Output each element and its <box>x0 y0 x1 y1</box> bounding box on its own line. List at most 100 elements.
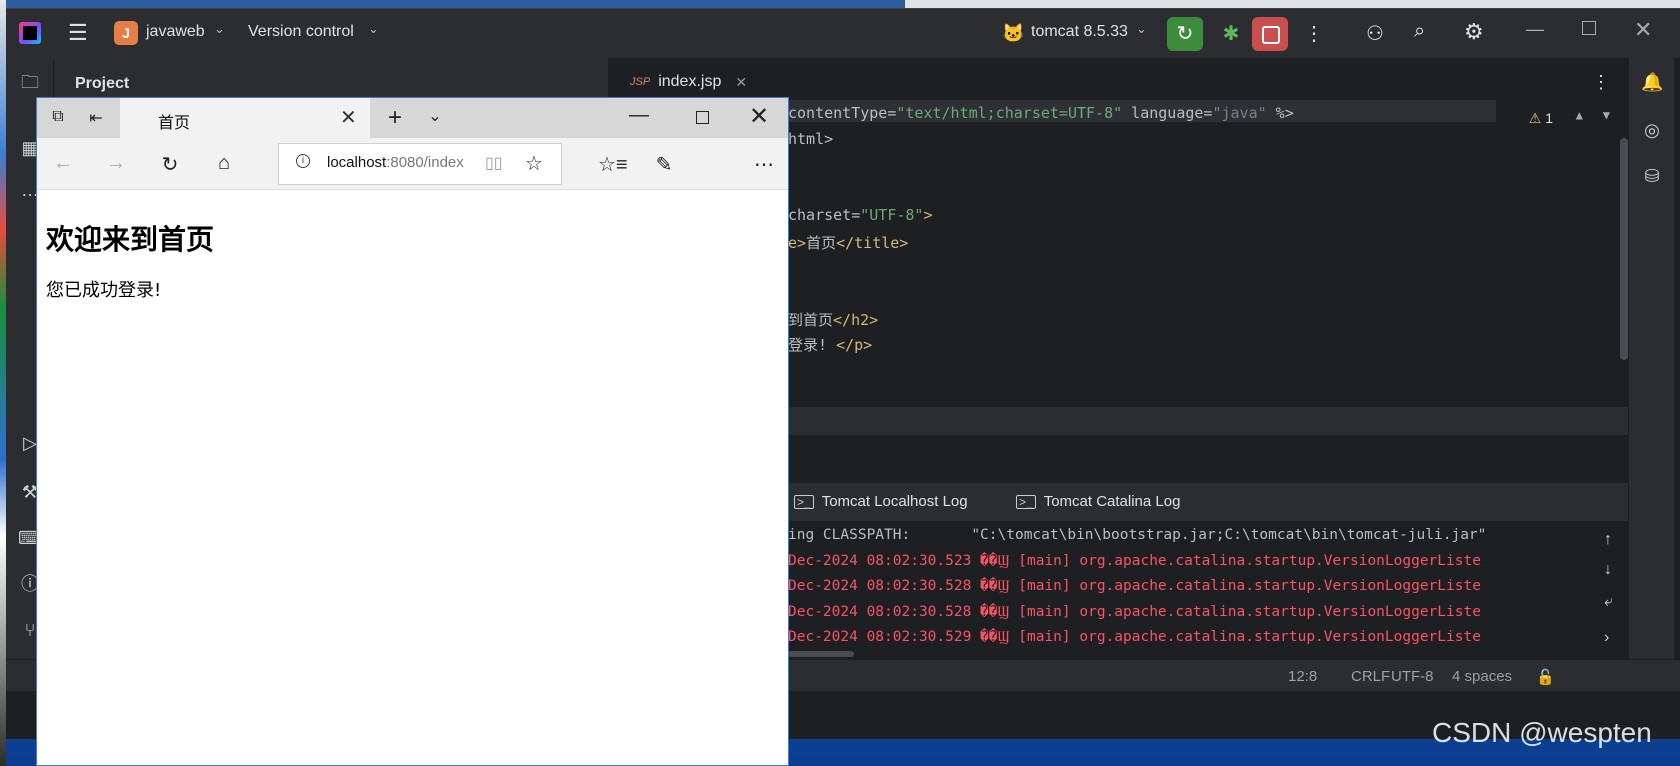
folder-icon[interactable]: 🗀 <box>18 70 42 94</box>
code-token: </h2> <box>833 310 879 329</box>
chevron-down-icon[interactable]: ⌄ <box>214 21 225 37</box>
editor-scrollbar[interactable] <box>1620 138 1628 360</box>
browser-toolbar: ← → ↻ ⌂ i localhost:8080/index ▯▯ ☆ ☆≡ ✎… <box>37 138 788 190</box>
chevron-down-icon[interactable]: ⌄ <box>420 106 450 126</box>
right-tool-stripe: 🔔 ◎ ⛁ <box>1628 58 1674 739</box>
inspection-widget[interactable]: ⚠ 1 <box>1529 110 1553 127</box>
code-token: charset= <box>788 206 861 225</box>
pen-icon[interactable]: ✎ <box>652 152 676 177</box>
favorites-icon[interactable]: ☆≡ <box>598 152 628 177</box>
close-icon[interactable]: ✕ <box>340 105 357 130</box>
ai-assistant-icon[interactable]: ◎ <box>1641 120 1663 142</box>
vcs-menu[interactable]: Version control <box>248 23 354 41</box>
code-line: 登录! </p> <box>788 334 872 355</box>
tab-localhost-label: Tomcat Localhost Log <box>821 493 968 510</box>
page-paragraph: 您已成功登录! <box>46 280 162 301</box>
back-icon[interactable]: ← <box>51 152 75 175</box>
jsp-file-icon: JSP <box>630 76 651 88</box>
close-button[interactable]: ✕ <box>1634 17 1652 43</box>
code-token: language= <box>1122 104 1213 122</box>
close-button[interactable]: ✕ <box>747 102 771 131</box>
chevron-down-icon[interactable]: ⌄ <box>1136 21 1147 37</box>
code-line: contentType="text/html;charset=UTF-8" la… <box>788 104 1294 122</box>
run-config-selector[interactable]: tomcat 8.5.33 <box>1031 23 1128 41</box>
debug-icon[interactable]: ✱ <box>1214 17 1248 51</box>
chevron-down-icon[interactable]: ▼ <box>1603 108 1610 122</box>
url-host: localhost <box>327 154 387 171</box>
browser-tab-active[interactable]: 首页 ✕ <box>120 98 370 138</box>
add-user-icon[interactable]: ⚇ <box>1366 21 1384 46</box>
maximize-button[interactable] <box>696 111 709 124</box>
code-line: charset="UTF-8"> <box>788 206 933 224</box>
stop-button[interactable] <box>1252 17 1288 51</box>
code-token: html> <box>788 129 834 148</box>
code-line: html> <box>788 130 833 148</box>
intellij-logo-icon[interactable] <box>19 22 41 44</box>
more-icon[interactable]: ⋯ <box>752 152 776 177</box>
console-scrollbar[interactable] <box>788 651 854 657</box>
rerun-button[interactable]: ↻ <box>1167 17 1203 51</box>
close-icon[interactable]: ✕ <box>735 74 747 91</box>
more-actions-icon[interactable]: ⋮ <box>1592 72 1610 93</box>
log-icon: >_ <box>794 494 814 509</box>
tab-preview-icon[interactable]: ⇤ <box>85 108 107 128</box>
ide-title-bar: ☰ J javaweb ⌄ Version control ⌄ 🐱 tomcat… <box>6 9 1680 58</box>
warning-icon: ⚠ <box>1528 110 1542 126</box>
new-tab-icon[interactable]: + <box>380 104 410 132</box>
project-badge[interactable]: J <box>114 21 138 45</box>
code-token: contentType= <box>788 104 897 122</box>
code-token: 到首页 <box>788 310 834 329</box>
home-icon[interactable]: ⌂ <box>212 152 236 175</box>
code-token: %> <box>1266 104 1294 122</box>
reading-view-icon[interactable]: ▯▯ <box>485 153 503 173</box>
console-line: Dec-2024 08:02:30.528 ��Ϣ [main] org.apa… <box>788 603 1481 620</box>
address-bar[interactable]: i localhost:8080/index ▯▯ ☆ <box>278 143 562 185</box>
notifications-icon[interactable]: 🔔 <box>1641 72 1663 94</box>
project-name[interactable]: javaweb <box>146 23 205 41</box>
line-separator[interactable]: CRLF <box>1351 668 1390 685</box>
tab-label: index.jsp <box>658 73 722 90</box>
tab-catalina-label: Tomcat Catalina Log <box>1043 493 1181 510</box>
code-token: "java" <box>1212 104 1267 122</box>
code-line: 到首页</h2> <box>788 309 878 330</box>
caret-position[interactable]: 12:8 <box>1288 668 1317 685</box>
arrow-up-icon[interactable]: ↑ <box>1604 531 1612 549</box>
project-panel-title[interactable]: Project <box>75 75 129 93</box>
search-icon[interactable]: ⌕ <box>1414 20 1425 43</box>
code-token: </title> <box>836 234 909 252</box>
chevron-up-icon[interactable]: ▲ <box>1576 108 1583 122</box>
gear-icon[interactable]: ⚙ <box>1464 19 1484 45</box>
minimize-button[interactable]: — <box>629 104 649 127</box>
console-line: Dec-2024 08:02:30.529 ��Ϣ [main] org.apa… <box>788 629 1481 646</box>
browser-window: ⧉ ⇤ 首页 ✕ + ⌄ — ✕ ← → ↻ ⌂ i localhost:808… <box>36 97 789 766</box>
tab-tomcat-catalina-log[interactable]: >_ Tomcat Catalina Log <box>1016 493 1180 510</box>
page-heading: 欢迎来到首页 <box>46 223 215 256</box>
tab-set-aside-icon[interactable]: ⧉ <box>47 108 69 126</box>
forward-icon[interactable]: → <box>104 152 128 175</box>
tab-tomcat-localhost-log[interactable]: >_ Tomcat Localhost Log <box>794 493 968 510</box>
code-token: 首页 <box>806 234 837 252</box>
info-icon[interactable]: i <box>296 154 310 168</box>
url-path: :8080/index <box>386 154 464 171</box>
star-icon[interactable]: ☆ <box>525 151 543 176</box>
watermark-text: CSDN @wespten <box>1432 717 1652 748</box>
code-line: e>首页</title> <box>788 232 908 253</box>
maximize-button[interactable] <box>1582 21 1596 35</box>
browser-page-content: 欢迎来到首页 您已成功登录! <box>37 190 788 765</box>
url-text[interactable]: localhost:8080/index <box>327 154 475 171</box>
arrow-down-icon[interactable]: ↓ <box>1604 561 1612 579</box>
tomcat-icon: 🐱 <box>1002 23 1025 43</box>
file-encoding[interactable]: UTF-8 <box>1391 668 1434 685</box>
indent-setting[interactable]: 4 spaces <box>1452 668 1512 685</box>
database-icon[interactable]: ⛁ <box>1641 166 1663 188</box>
browser-tab-bar: ⧉ ⇤ 首页 ✕ + ⌄ — ✕ <box>37 98 788 138</box>
chevron-right-icon[interactable]: › <box>1604 629 1609 647</box>
refresh-icon[interactable]: ↻ <box>158 152 182 177</box>
main-menu-icon[interactable]: ☰ <box>68 22 88 44</box>
more-actions-icon[interactable]: ⋮ <box>1304 21 1324 46</box>
minimize-button[interactable]: — <box>1526 19 1544 40</box>
code-token: e> <box>788 234 807 252</box>
lock-icon[interactable]: 🔓 <box>1536 668 1555 686</box>
chevron-down-icon[interactable]: ⌄ <box>368 21 379 37</box>
soft-wrap-icon[interactable]: ⤶ <box>1604 593 1613 611</box>
